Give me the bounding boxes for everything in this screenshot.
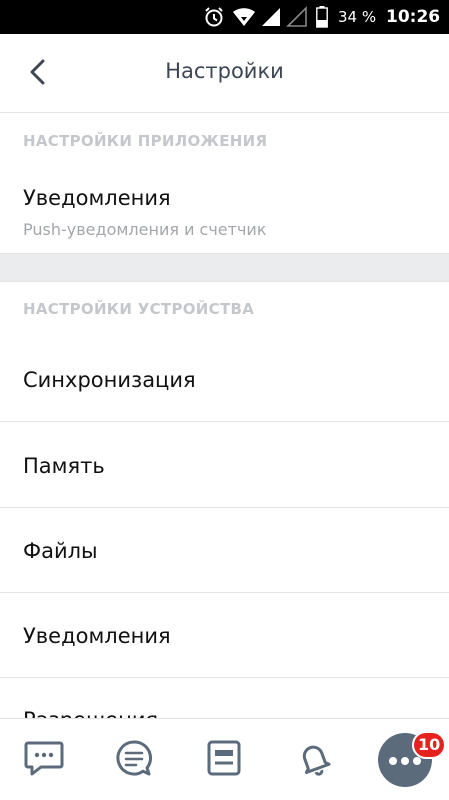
app-header: Настройки xyxy=(0,34,449,113)
nav-messages-button[interactable] xyxy=(21,737,67,783)
settings-item-subtitle: Push-уведомления и счетчик xyxy=(23,220,267,239)
section-header-device-settings: НАСТРОЙКИ УСТРОЙСТВА xyxy=(23,300,255,318)
wifi-icon xyxy=(232,6,256,32)
settings-item-sync[interactable]: Синхронизация xyxy=(0,338,449,422)
signal-empty-icon xyxy=(286,6,308,32)
nav-feed-button[interactable] xyxy=(111,737,157,783)
settings-item-device-notifications[interactable]: Уведомления xyxy=(0,593,449,677)
settings-item-files[interactable]: Файлы xyxy=(0,508,449,592)
status-bar: 34 % 10:26 xyxy=(0,0,449,34)
bottom-navigation: 10 xyxy=(0,718,449,800)
clock: 10:26 xyxy=(386,7,441,27)
messages-icon xyxy=(24,740,64,780)
battery-icon xyxy=(316,6,328,32)
settings-item-label: Уведомления xyxy=(23,624,171,648)
alarm-icon xyxy=(203,6,225,32)
settings-item-label: Разрешения xyxy=(23,708,158,718)
settings-item-permissions[interactable]: Разрешения xyxy=(0,678,449,718)
list-icon xyxy=(206,739,242,781)
settings-item-label: Уведомления xyxy=(23,186,171,210)
feed-icon xyxy=(115,739,153,781)
settings-item-label: Память xyxy=(23,454,105,478)
section-header-app-settings: НАСТРОЙКИ ПРИЛОЖЕНИЯ xyxy=(23,132,268,150)
bell-icon xyxy=(294,738,334,782)
settings-item-app-notifications[interactable]: Уведомления Push-уведомления и счетчик xyxy=(0,170,449,254)
battery-percentage: 34 % xyxy=(338,8,377,26)
signal-icon xyxy=(260,6,282,32)
nav-notifications-button[interactable] xyxy=(291,737,337,783)
settings-item-memory[interactable]: Память xyxy=(0,422,449,507)
section-divider xyxy=(0,253,449,282)
settings-item-label: Синхронизация xyxy=(23,368,196,392)
nav-list-button[interactable] xyxy=(201,737,247,783)
settings-item-label: Файлы xyxy=(23,539,98,563)
notification-badge: 10 xyxy=(412,731,447,759)
page-title: Настройки xyxy=(165,59,284,83)
